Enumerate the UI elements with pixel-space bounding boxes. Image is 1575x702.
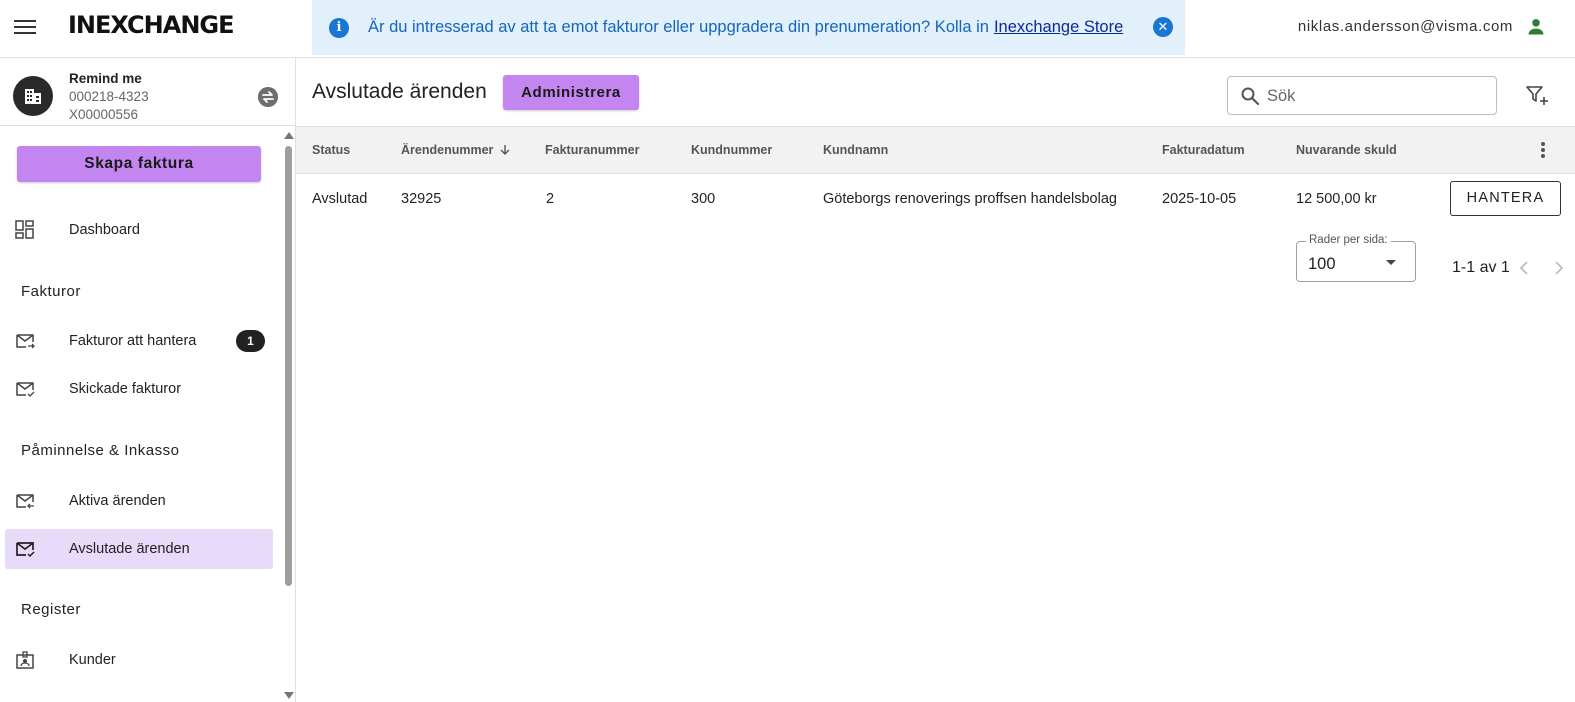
sidebar-scrollbar[interactable]: [285, 146, 292, 586]
sidebar-item-label: Aktiva ärenden: [69, 493, 166, 509]
sidebar-item-avslutade-arenden[interactable]: Avslutade ärenden: [5, 529, 273, 569]
user-email[interactable]: niklas.andersson@visma.com: [1298, 18, 1513, 35]
person-icon[interactable]: [1526, 17, 1546, 37]
column-header-arendenummer[interactable]: Ärendenummer: [401, 143, 511, 157]
sidebar: Remind me 000218-4323 X00000556 Skapa fa…: [0, 58, 296, 702]
info-icon: i: [329, 17, 349, 38]
sidebar-item-label: Kunder: [69, 652, 116, 668]
sidebar-item-label: Fakturor att hantera: [69, 333, 197, 349]
table-header: Status Ärendenummer Fakturanummer Kundnu…: [296, 126, 1575, 174]
pagination-range: 1-1 av 1: [1452, 259, 1510, 276]
mail-icon: [16, 494, 34, 509]
store-link[interactable]: Inexchange Store: [994, 18, 1123, 37]
close-icon[interactable]: ✕: [1153, 17, 1173, 37]
org-name: Remind me: [69, 71, 142, 86]
scroll-up-arrow[interactable]: [284, 132, 294, 139]
org-code: X00000556: [69, 107, 139, 122]
sidebar-item-aktiva-arenden[interactable]: Aktiva ärenden: [5, 481, 273, 521]
cell-fakturanummer: 2: [546, 191, 555, 207]
section-heading-register: Register: [21, 601, 81, 618]
column-header-kundnamn[interactable]: Kundnamn: [823, 143, 888, 157]
more-vert-icon[interactable]: [1539, 141, 1547, 161]
chevron-down-icon: [1386, 260, 1396, 265]
scroll-down-arrow[interactable]: [284, 692, 294, 699]
chevron-left-icon[interactable]: [1517, 259, 1531, 277]
info-banner: i Är du intresserad av att ta emot faktu…: [312, 0, 1185, 55]
dashboard-icon: [15, 220, 34, 239]
cell-status: Avslutad: [312, 191, 368, 207]
swap-icon[interactable]: [258, 87, 278, 107]
sidebar-item-label: Dashboard: [69, 222, 140, 238]
search-field[interactable]: [1227, 76, 1497, 115]
create-invoice-button[interactable]: Skapa faktura: [17, 146, 261, 182]
badge-icon: [16, 651, 34, 669]
column-header-status[interactable]: Status: [312, 143, 350, 157]
column-header-kundnummer[interactable]: Kundnummer: [691, 143, 772, 157]
chevron-right-icon[interactable]: [1552, 259, 1566, 277]
cell-arendenummer: 32925: [401, 191, 442, 207]
column-header-nuvarande-skuld[interactable]: Nuvarande skuld: [1296, 143, 1397, 157]
rows-per-page-select[interactable]: Rader per sida: 100: [1296, 234, 1416, 282]
building-icon: [13, 76, 53, 116]
column-header-fakturadatum[interactable]: Fakturadatum: [1162, 143, 1245, 157]
hantera-button[interactable]: HANTERA: [1450, 181, 1561, 216]
sidebar-item-dashboard[interactable]: Dashboard: [5, 210, 273, 250]
section-heading-paminnelse: Påminnelse & Inkasso: [21, 442, 180, 459]
menu-icon[interactable]: [14, 17, 36, 37]
mail-check-icon: [16, 542, 35, 558]
org-number: 000218-4323: [69, 89, 149, 104]
sort-down-icon: [500, 145, 510, 155]
cell-kundnummer: 300: [691, 191, 716, 207]
section-heading-fakturor: Fakturor: [21, 283, 81, 300]
administrera-button[interactable]: Administrera: [503, 75, 639, 110]
mail-icon: [16, 334, 35, 349]
sidebar-item-fakturor-att-hantera[interactable]: Fakturor att hantera 1: [5, 321, 273, 361]
filter-add-icon[interactable]: [1525, 83, 1549, 107]
sidebar-item-kunder[interactable]: Kunder: [5, 640, 273, 680]
main-content: Avslutade ärenden Administrera Status Är…: [296, 58, 1575, 702]
search-input[interactable]: [1267, 84, 1487, 108]
cell-nuvarande-skuld: 12 500,00 kr: [1296, 191, 1377, 207]
cell-kundnamn: Göteborgs renoverings proffsen handelsbo…: [823, 191, 1117, 207]
rows-per-page-label: Rader per sida:: [1306, 234, 1391, 246]
org-switcher: Remind me 000218-4323 X00000556: [0, 58, 295, 126]
table-row[interactable]: Avslutad 32925 2 300 Göteborgs renoverin…: [296, 174, 1575, 224]
rows-per-page-value: 100: [1308, 255, 1336, 273]
app-logo[interactable]: INEXCHANGE: [68, 11, 235, 39]
sidebar-item-skickade-fakturor[interactable]: Skickade fakturor: [5, 369, 273, 409]
column-header-fakturanummer[interactable]: Fakturanummer: [545, 143, 639, 157]
column-header-label: Ärendenummer: [401, 143, 494, 157]
banner-message: Är du intresserad av att ta emot fakturo…: [368, 18, 989, 36]
count-badge: 1: [236, 330, 265, 352]
search-icon: [1241, 87, 1260, 106]
mail-check-icon: [16, 382, 35, 397]
page-title: Avslutade ärenden: [312, 80, 487, 103]
sidebar-item-label: Skickade fakturor: [69, 381, 182, 397]
cell-fakturadatum: 2025-10-05: [1162, 191, 1237, 207]
sidebar-item-label: Avslutade ärenden: [69, 541, 190, 557]
top-bar: INEXCHANGE i Är du intresserad av att ta…: [0, 0, 1575, 58]
